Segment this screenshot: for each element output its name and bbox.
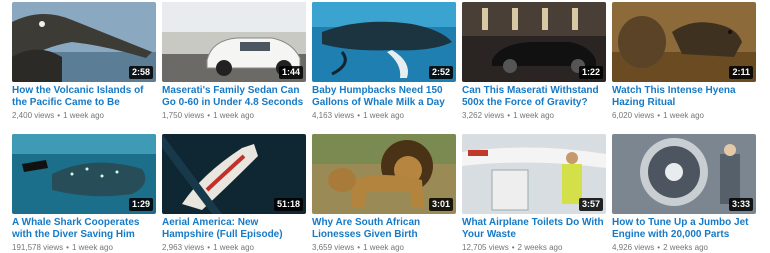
video-thumbnail[interactable]: 3:57 bbox=[462, 134, 606, 214]
video-card[interactable]: 2:58 How the Volcanic Islands of the Pac… bbox=[12, 2, 156, 121]
upload-age: 1 week ago bbox=[363, 111, 404, 120]
upload-age: 1 week ago bbox=[63, 111, 104, 120]
video-thumbnail[interactable]: 2:58 bbox=[12, 2, 156, 82]
separator-dot: • bbox=[57, 111, 61, 120]
video-thumbnail[interactable]: 2:11 bbox=[612, 2, 756, 82]
separator-dot: • bbox=[357, 111, 361, 120]
video-card[interactable]: 2:52 Baby Humpbacks Need 150 Gallons of … bbox=[312, 2, 456, 121]
video-duration: 51:18 bbox=[273, 198, 303, 211]
video-thumbnail[interactable]: 1:22 bbox=[462, 2, 606, 82]
video-grid: 2:58 How the Volcanic Islands of the Pac… bbox=[0, 0, 770, 253]
upload-age: 1 week ago bbox=[663, 111, 704, 120]
video-duration: 1:44 bbox=[278, 66, 303, 79]
video-meta: 2,963 views • 1 week ago bbox=[162, 243, 306, 253]
video-card[interactable]: 1:29 A Whale Shark Cooperates with the D… bbox=[12, 134, 156, 253]
video-title[interactable]: Watch This Intense Hyena Hazing Ritual bbox=[612, 85, 758, 109]
view-count: 4,163 views bbox=[312, 111, 355, 120]
video-thumbnail[interactable]: 1:44 bbox=[162, 2, 306, 82]
video-title[interactable]: How to Tune Up a Jumbo Jet Engine with 2… bbox=[612, 217, 758, 241]
video-title[interactable]: How the Volcanic Islands of the Pacific … bbox=[12, 85, 158, 109]
upload-age: 1 week ago bbox=[213, 111, 254, 120]
view-count: 6,020 views bbox=[612, 111, 655, 120]
video-meta: 191,578 views • 1 week ago bbox=[12, 243, 156, 253]
video-meta: 4,926 views • 2 weeks ago bbox=[612, 243, 756, 253]
video-title[interactable]: Why Are South African Lionesses Given Bi… bbox=[312, 217, 458, 241]
video-duration: 3:01 bbox=[428, 198, 453, 211]
video-title[interactable]: Maserati's Family Sedan Can Go 0-60 in U… bbox=[162, 85, 308, 109]
video-thumbnail[interactable]: 3:01 bbox=[312, 134, 456, 214]
video-title[interactable]: Aerial America: New Hampshire (Full Epis… bbox=[162, 217, 308, 241]
video-duration: 2:52 bbox=[428, 66, 453, 79]
video-meta: 4,163 views • 1 week ago bbox=[312, 111, 456, 121]
video-duration: 1:22 bbox=[578, 66, 603, 79]
separator-dot: • bbox=[657, 111, 661, 120]
video-meta: 12,705 views • 2 weeks ago bbox=[462, 243, 606, 253]
video-card[interactable]: 3:01 Why Are South African Lionesses Giv… bbox=[312, 134, 456, 253]
video-duration: 2:11 bbox=[729, 66, 753, 79]
video-card[interactable]: 1:22 Can This Maserati Withstand 500x th… bbox=[462, 2, 606, 121]
upload-age: 1 week ago bbox=[513, 111, 554, 120]
video-thumbnail[interactable]: 51:18 bbox=[162, 134, 306, 214]
video-card[interactable]: 3:57 What Airplane Toilets Do With Your … bbox=[462, 134, 606, 253]
video-thumbnail[interactable]: 1:29 bbox=[12, 134, 156, 214]
video-thumbnail[interactable]: 2:52 bbox=[312, 2, 456, 82]
separator-dot: • bbox=[207, 111, 211, 120]
view-count: 1,750 views bbox=[162, 111, 205, 120]
video-card[interactable]: 1:44 Maserati's Family Sedan Can Go 0-60… bbox=[162, 2, 306, 121]
video-duration: 1:29 bbox=[128, 198, 153, 211]
video-duration: 3:57 bbox=[578, 198, 603, 211]
video-card[interactable]: 3:33 How to Tune Up a Jumbo Jet Engine w… bbox=[612, 134, 756, 253]
video-duration: 2:58 bbox=[128, 66, 153, 79]
video-meta: 3,659 views • 1 week ago bbox=[312, 243, 456, 253]
video-title[interactable]: Can This Maserati Withstand 500x the For… bbox=[462, 85, 608, 109]
video-meta: 2,400 views • 1 week ago bbox=[12, 111, 156, 121]
video-meta: 3,262 views • 1 week ago bbox=[462, 111, 606, 121]
video-thumbnail[interactable]: 3:33 bbox=[612, 134, 756, 214]
video-meta: 6,020 views • 1 week ago bbox=[612, 111, 756, 121]
video-duration: 3:33 bbox=[728, 198, 753, 211]
separator-dot: • bbox=[507, 111, 511, 120]
view-count: 3,262 views bbox=[462, 111, 505, 120]
video-meta: 1,750 views • 1 week ago bbox=[162, 111, 306, 121]
video-card[interactable]: 51:18 Aerial America: New Hampshire (Ful… bbox=[162, 134, 306, 253]
view-count: 2,400 views bbox=[12, 111, 55, 120]
video-card[interactable]: 2:11 Watch This Intense Hyena Hazing Rit… bbox=[612, 2, 756, 121]
video-title[interactable]: A Whale Shark Cooperates with the Diver … bbox=[12, 217, 158, 241]
video-title[interactable]: Baby Humpbacks Need 150 Gallons of Whale… bbox=[312, 85, 458, 109]
video-title[interactable]: What Airplane Toilets Do With Your Waste bbox=[462, 217, 608, 241]
